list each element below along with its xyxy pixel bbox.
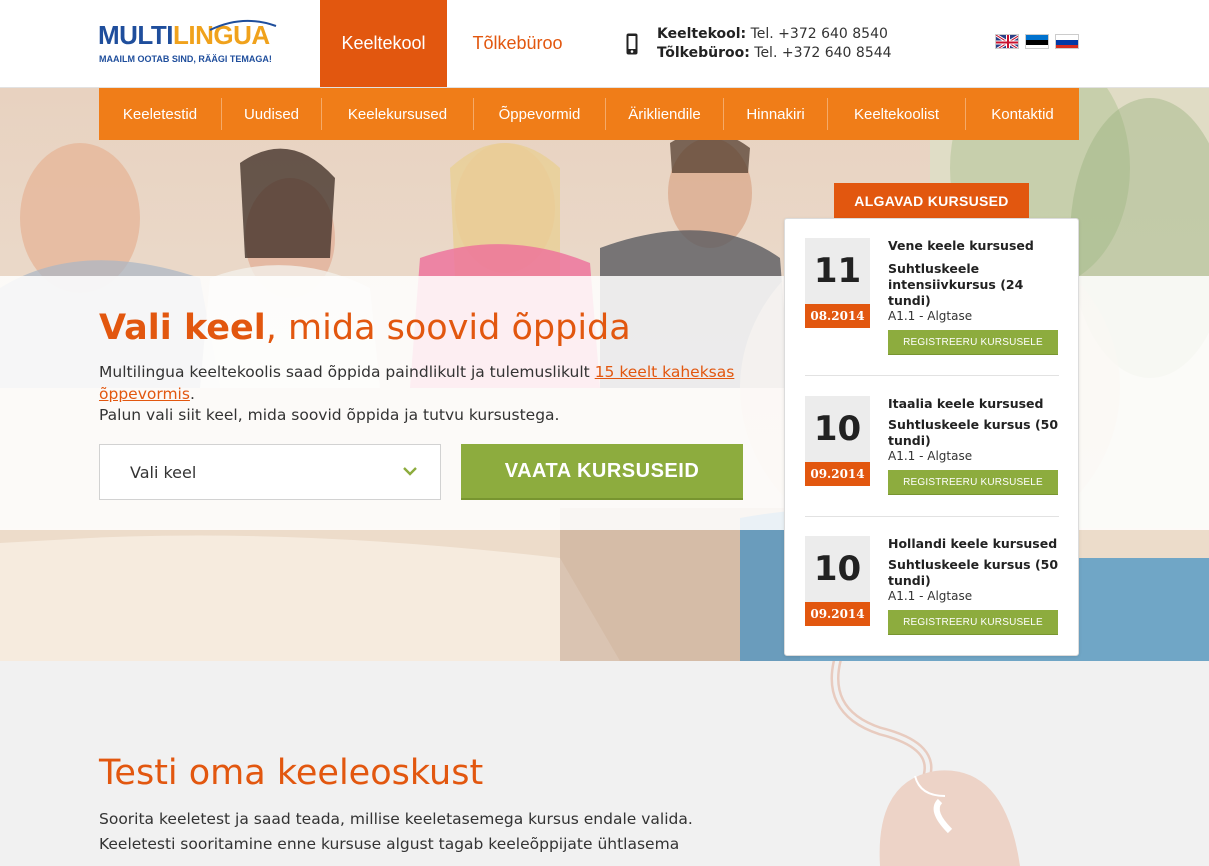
contact-keeltekool: Keeltekool: Tel. +372 640 8540 (657, 26, 888, 42)
register-course-button[interactable]: REGISTREERU KURSUSELE (888, 610, 1058, 635)
estonian-flag-icon[interactable] (1025, 34, 1049, 49)
course-item: 10 09.2014 Itaalia keele kursused Suhtlu… (805, 396, 1059, 526)
computer-mouse-illustration (830, 661, 1020, 866)
nav-item-oppevormid[interactable]: Õppevormid (474, 98, 606, 130)
logo-swoosh-icon (209, 19, 277, 31)
english-flag-icon[interactable] (995, 34, 1019, 49)
hero-headline-bold: Vali keel (99, 308, 266, 348)
course-day: 10 (805, 396, 870, 462)
nav-item-keeletestid[interactable]: Keeletestid (99, 98, 222, 130)
site-header: MULTILINGUA MAAILM OOTAB SIND, RÄÄGI TEM… (0, 0, 1209, 88)
nav-item-keeltekoolist[interactable]: Keeltekoolist (828, 98, 966, 130)
course-item: 11 08.2014 Vene keele kursused Suhtluske… (805, 238, 1059, 368)
course-description: Suhtluskeele intensiivkursus (24 tundi) (888, 261, 1024, 308)
nav-item-uudised[interactable]: Uudised (222, 98, 322, 130)
multilingua-logo[interactable]: MULTILINGUA MAAILM OOTAB SIND, RÄÄGI TEM… (98, 18, 278, 70)
register-course-button[interactable]: REGISTREERU KURSUSELE (888, 470, 1058, 495)
language-test-section: Testi oma keeleoskust Soorita keeletest … (0, 661, 1209, 866)
language-test-text-line2: Keeletesti sooritamine enne kursuse algu… (99, 835, 680, 853)
course-level: A1.1 - Algtase (888, 589, 973, 603)
language-test-text: Soorita keeletest ja saad teada, millise… (99, 807, 759, 857)
language-switcher (995, 34, 1079, 49)
hero-headline: Vali keel, mida soovid õppida (99, 308, 631, 348)
course-date: 10 09.2014 (805, 396, 870, 488)
upcoming-courses-header: ALGAVAD KURSUSED (834, 183, 1029, 219)
language-select-value: Vali keel (130, 462, 197, 482)
contact-tolkebyroo: Tõlkebüroo: Tel. +372 640 8544 (657, 45, 892, 61)
course-divider (805, 516, 1059, 517)
course-date: 10 09.2014 (805, 536, 870, 628)
course-item: 10 09.2014 Hollandi keele kursused Suhtl… (805, 536, 1059, 661)
language-test-title: Testi oma keeleoskust (99, 753, 484, 793)
view-courses-button[interactable]: VAATA KURSUSEID (461, 444, 743, 500)
phone-icon (626, 33, 638, 55)
chevron-down-icon (403, 467, 417, 476)
course-level: A1.1 - Algtase (888, 449, 973, 463)
logo-tagline: MAAILM OOTAB SIND, RÄÄGI TEMAGA! (99, 54, 272, 64)
logo-wordmark-multi: MULTI (98, 20, 174, 50)
register-course-button[interactable]: REGISTREERU KURSUSELE (888, 330, 1058, 355)
nav-item-kontaktid[interactable]: Kontaktid (966, 98, 1079, 130)
upcoming-courses-widget: 11 08.2014 Vene keele kursused Suhtluske… (784, 218, 1079, 656)
course-description: Suhtluskeele kursus (50 tundi) (888, 417, 1059, 448)
course-title[interactable]: Itaalia keele kursused (888, 396, 1063, 411)
nav-item-arikliendile[interactable]: Ärikliendile (606, 98, 724, 130)
course-day: 11 (805, 238, 870, 304)
course-month: 08.2014 (805, 304, 870, 328)
hero-intro-pre: Multilingua keeltekoolis saad õppida pai… (99, 363, 595, 381)
course-month: 09.2014 (805, 462, 870, 486)
course-title[interactable]: Vene keele kursused (888, 238, 1063, 253)
course-day: 10 (805, 536, 870, 602)
russian-flag-icon[interactable] (1055, 34, 1079, 49)
language-select[interactable]: Vali keel (99, 444, 441, 500)
language-test-text-line1: Soorita keeletest ja saad teada, millise… (99, 810, 693, 828)
hero-intro-line2: Palun vali siit keel, mida soovid õppida… (99, 406, 560, 424)
course-month: 09.2014 (805, 602, 870, 626)
hero-intro-post: . (189, 384, 195, 403)
main-navigation: Keeletestid Uudised Keelekursused Õppevo… (99, 88, 1079, 140)
course-date: 11 08.2014 (805, 238, 870, 330)
tab-keeltekool[interactable]: Keeltekool (320, 0, 447, 87)
tab-tolkebyroo[interactable]: Tõlkebüroo (460, 0, 575, 87)
nav-item-keelekursused[interactable]: Keelekursused (322, 98, 474, 130)
nav-item-hinnakiri[interactable]: Hinnakiri (724, 98, 828, 130)
course-title[interactable]: Hollandi keele kursused (888, 536, 1063, 551)
course-divider (805, 375, 1059, 376)
hero-section: Keeletestid Uudised Keelekursused Õppevo… (0, 88, 1209, 661)
hero-intro-text: Multilingua keeltekoolis saad õppida pai… (99, 362, 739, 427)
contact-phones: Keeltekool: Tel. +372 640 8540 Tõlkebüro… (657, 25, 892, 63)
course-level: A1.1 - Algtase (888, 309, 973, 323)
course-description: Suhtluskeele kursus (50 tundi) (888, 557, 1059, 588)
hero-headline-rest: , mida soovid õppida (265, 308, 631, 348)
